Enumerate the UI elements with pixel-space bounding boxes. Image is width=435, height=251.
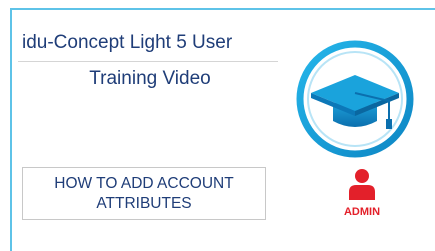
user-icon (349, 169, 375, 200)
topic-line1: HOW TO ADD ACCOUNT (54, 174, 234, 192)
page-title-line2: Training Video (89, 68, 211, 89)
page-title-line1: idu-Concept Light 5 User (22, 32, 233, 53)
admin-label: ADMIN (343, 206, 381, 218)
topic-line2: ATTRIBUTES (96, 194, 192, 212)
topic-box: HOW TO ADD ACCOUNT ATTRIBUTES (22, 167, 266, 220)
graduation-cap-icon (296, 40, 414, 158)
title-divider (18, 61, 278, 62)
